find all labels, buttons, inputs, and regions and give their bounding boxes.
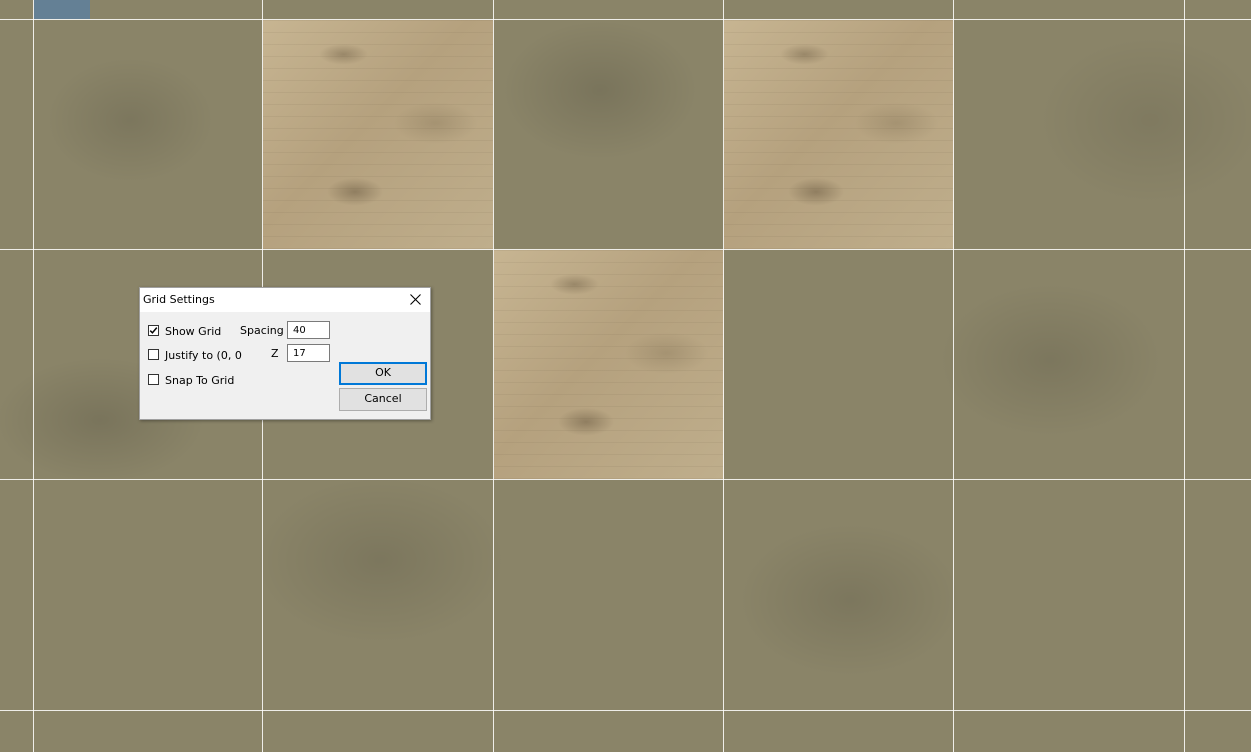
ok-button[interactable]: OK — [339, 362, 427, 385]
cancel-button[interactable]: Cancel — [339, 388, 427, 411]
sand-floor-tile — [724, 20, 954, 249]
selected-token-marker[interactable] — [34, 0, 90, 19]
grid-line — [0, 479, 1251, 480]
grid-line — [0, 19, 1251, 20]
checkmark-icon — [149, 327, 158, 334]
z-input[interactable] — [287, 344, 330, 362]
grid-line — [953, 0, 954, 752]
justify-checkbox[interactable] — [148, 349, 159, 360]
show-grid-checkbox[interactable] — [148, 325, 159, 336]
grid-settings-dialog: Grid Settings Show Grid Justify to (0, 0… — [139, 287, 431, 420]
snap-to-grid-checkbox[interactable] — [148, 374, 159, 385]
dialog-titlebar[interactable]: Grid Settings — [140, 288, 430, 312]
sand-floor-tile — [494, 250, 724, 479]
close-icon — [410, 294, 421, 305]
grid-line — [493, 0, 494, 752]
grid-line — [723, 0, 724, 752]
dialog-title: Grid Settings — [143, 293, 215, 306]
z-label: Z — [271, 347, 279, 360]
show-grid-label: Show Grid — [165, 325, 222, 338]
spacing-input[interactable] — [287, 321, 330, 339]
grid-line — [0, 710, 1251, 711]
sand-floor-tile — [263, 20, 493, 249]
justify-label: Justify to (0, 0 — [165, 349, 242, 362]
grid-line — [1184, 0, 1185, 752]
grid-line — [33, 0, 34, 752]
grid-line — [0, 249, 1251, 250]
spacing-label: Spacing — [240, 324, 284, 337]
snap-to-grid-label: Snap To Grid — [165, 374, 235, 387]
close-button[interactable] — [400, 288, 430, 312]
